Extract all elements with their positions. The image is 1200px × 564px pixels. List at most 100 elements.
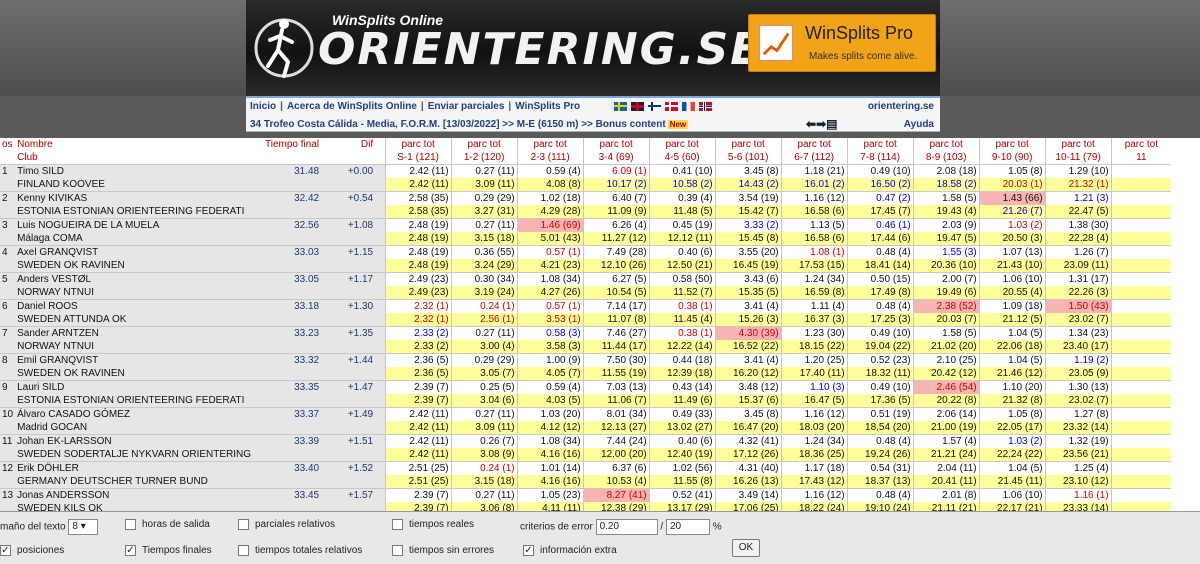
total-time: 12.39 (18)	[648, 367, 716, 381]
runner-name[interactable]: Timo SILD	[15, 164, 258, 178]
row-gap	[375, 340, 386, 354]
start-hours-checkbox[interactable]	[125, 519, 136, 530]
nav-link-inicio[interactable]: Inicio	[250, 101, 276, 112]
relative-splits-checkbox[interactable]	[238, 519, 249, 530]
extra-info-checkbox[interactable]: ✓	[523, 545, 534, 556]
total-time: 3.58 (3)	[516, 340, 584, 354]
list-icon[interactable]: ▤	[826, 117, 837, 131]
runner-name[interactable]: Johan EK-LARSSON	[15, 434, 258, 448]
runner-name[interactable]: Álvaro CASADO GÓMEZ	[15, 407, 258, 421]
runner-position: 12	[0, 461, 16, 475]
split-time: 3.45 (8)	[714, 407, 782, 421]
total-time: 4.08 (8)	[516, 178, 584, 192]
table-row-totals: FINLAND KOOVEE 2.42 (11) 3.09 (11) 4.08 (8)…	[0, 178, 1172, 192]
split-time: 2.48 (19)	[384, 245, 452, 259]
flag-finland-icon[interactable]	[648, 101, 661, 111]
row-gap	[375, 394, 386, 408]
table-row: 1 Timo SILD 31.48 +0.00 2.42 (11) 0.27 (11) 0.…	[0, 164, 1172, 178]
header-row-2: Club S-1 (121) 1-2 (120) 2-3 (111) 3-4 (69) 4…	[0, 151, 1172, 165]
breadcrumb-text[interactable]: 34 Trofeo Costa Cálida - Media, F.O.R.M.…	[250, 119, 666, 130]
flag-uk-icon[interactable]	[631, 101, 644, 111]
runner-name[interactable]: Sander ARNTZEN	[15, 326, 258, 340]
real-times-checkbox[interactable]	[392, 519, 403, 530]
text-size-select[interactable]: 8 ▾	[68, 519, 99, 535]
total-time: 3.15 (18)	[450, 475, 518, 489]
row-blank	[257, 232, 322, 246]
header-parc-tot: parc tot	[1044, 138, 1112, 151]
header-parc-tot: parc tot	[846, 138, 914, 151]
arrow-right-icon[interactable]: ➡	[816, 117, 826, 131]
split-time: 1.24 (34)	[780, 434, 848, 448]
nav-link-pro[interactable]: WinSplits Pro	[515, 101, 580, 112]
split-time: 0.49 (10)	[846, 326, 914, 340]
final-times-checkbox[interactable]: ✓	[125, 545, 136, 556]
split-time: 2.03 (9)	[912, 218, 980, 232]
runner-name[interactable]: Luis NOGUEIRA DE LA MUELA	[15, 218, 258, 232]
winsplits-pro-ad[interactable]: WinSplits Pro Makes splits come alive.	[748, 14, 936, 72]
runner-name[interactable]: Jonas ANDERSSON	[15, 488, 258, 502]
runner-diff: +1.35	[321, 326, 376, 340]
split-time: 3.41 (4)	[714, 353, 782, 367]
relative-totals-checkbox[interactable]	[238, 545, 249, 556]
runner-name[interactable]: Kenny KIVIKAS	[15, 191, 258, 205]
row-gap	[375, 448, 386, 462]
total-time: 11.55 (19)	[582, 367, 650, 381]
total-time: 11.45 (4)	[648, 313, 716, 327]
total-time	[1110, 421, 1172, 435]
split-time	[1110, 191, 1172, 205]
split-time: 1.05 (8)	[978, 407, 1046, 421]
positions-checkbox[interactable]: ✓	[0, 545, 11, 556]
split-time: 1.30 (13)	[1044, 380, 1112, 394]
runner-position: 7	[0, 326, 16, 340]
flag-norway-icon[interactable]	[699, 101, 712, 111]
row-gap	[375, 272, 386, 286]
total-time: 18.36 (25)	[780, 448, 848, 462]
site-link[interactable]: orientering.se	[868, 101, 934, 112]
splits-table-container[interactable]: os Nombre Tiempo final Dif parc tot parc tot p…	[0, 138, 1200, 511]
flag-sweden-icon[interactable]	[614, 101, 627, 111]
error-value-input[interactable]: 0.20	[595, 519, 658, 535]
total-time: 4.27 (26)	[516, 286, 584, 300]
total-time: 2.49 (23)	[384, 286, 452, 300]
runner-club: Málaga COMA	[15, 232, 258, 246]
total-time: 23.02 (7)	[1044, 394, 1112, 408]
no-error-times-checkbox[interactable]	[392, 545, 403, 556]
flag-denmark-icon[interactable]	[665, 101, 678, 111]
total-time: 15.35 (5)	[714, 286, 782, 300]
split-time: 0.38 (1)	[648, 326, 716, 340]
arrow-left-icon[interactable]: ⬅	[806, 117, 816, 131]
split-time: 1.13 (5)	[780, 218, 848, 232]
runner-name[interactable]: Axel GRANQVIST	[15, 245, 258, 259]
split-time: 8.01 (34)	[582, 407, 650, 421]
split-time: 0.59 (4)	[516, 164, 584, 178]
row-blank	[321, 394, 376, 408]
runner-name[interactable]: Emil GRANQVIST	[15, 353, 258, 367]
row-gap	[375, 407, 386, 421]
runner-name[interactable]: Lauri SILD	[15, 380, 258, 394]
logo-wordmark: ORIENTERING.SE	[318, 24, 763, 75]
total-time: 19.47 (5)	[912, 232, 980, 246]
split-time: 7.49 (28)	[582, 245, 650, 259]
error-pct-input[interactable]: 20	[665, 519, 710, 535]
ok-button[interactable]: OK	[732, 539, 760, 557]
nav-link-enviar[interactable]: Enviar parciales	[428, 101, 505, 112]
split-time: 1.01 (14)	[516, 461, 584, 475]
nav-link-acerca[interactable]: Acerca de WinSplits Online	[287, 101, 417, 112]
help-link[interactable]: Ayuda	[904, 119, 934, 130]
runner-final-time: 33.45	[257, 488, 322, 502]
split-time: 2.49 (23)	[384, 272, 452, 286]
runner-name[interactable]: Anders VESTØL	[15, 272, 258, 286]
flag-france-icon[interactable]	[682, 101, 695, 111]
total-time	[1110, 448, 1172, 462]
split-time: 8.27 (41)	[582, 488, 650, 502]
total-time: 22.47 (5)	[1044, 205, 1112, 219]
split-time	[1110, 407, 1172, 421]
total-time: 12.12 (11)	[648, 232, 716, 246]
split-time: 1.43 (66)	[978, 191, 1046, 205]
runner-position: 9	[0, 380, 16, 394]
text-size-label: maño del texto	[0, 521, 66, 533]
split-time: 0.26 (7)	[450, 434, 518, 448]
runner-name[interactable]: Erik DÖHLER	[15, 461, 258, 475]
runner-name[interactable]: Daniel ROOS	[15, 299, 258, 313]
runner-club: SWEDEN OK RAVINEN	[15, 367, 258, 381]
